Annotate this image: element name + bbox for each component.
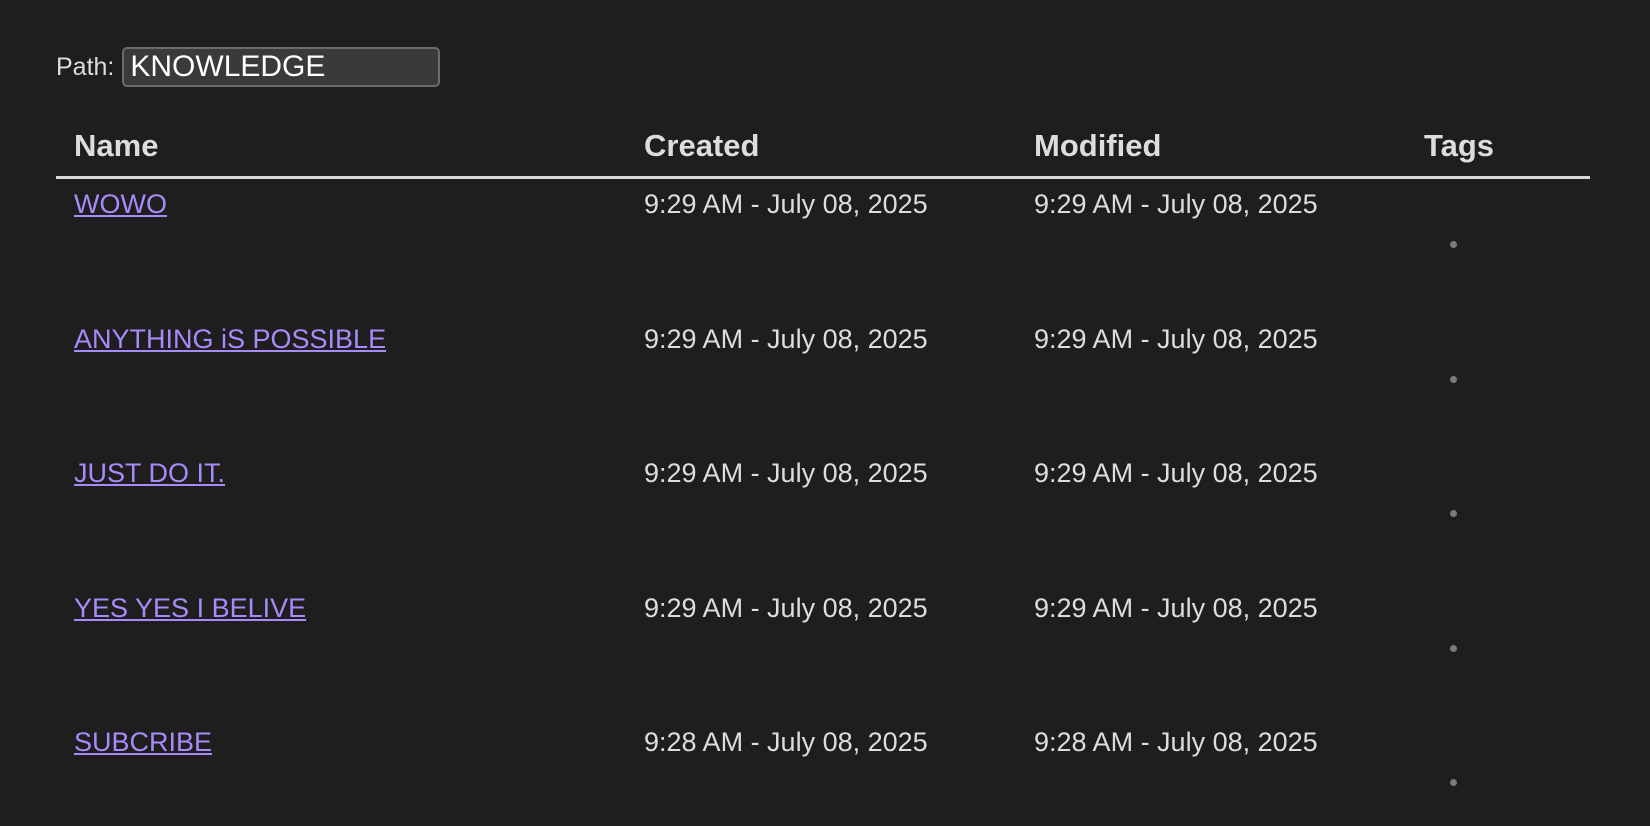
empty-tags-bullet-icon (1450, 510, 1457, 517)
header-tags[interactable]: Tags (1424, 128, 1494, 164)
table-row: WOWO 9:29 AM - July 08, 2025 9:29 AM - J… (56, 179, 1590, 314)
table-row: YES YES I BELIVE 9:29 AM - July 08, 2025… (56, 583, 1590, 718)
table-row: JUST DO IT. 9:29 AM - July 08, 2025 9:29… (56, 448, 1590, 583)
table-body: WOWO 9:29 AM - July 08, 2025 9:29 AM - J… (56, 179, 1590, 826)
header-modified[interactable]: Modified (1034, 128, 1161, 164)
created-cell: 9:28 AM - July 08, 2025 (644, 727, 928, 757)
file-link[interactable]: YES YES I BELIVE (74, 593, 306, 624)
dataview-page: Path: Name Created Modified Tags WOWO 9:… (0, 0, 1650, 826)
file-link[interactable]: JUST DO IT. (74, 458, 225, 489)
modified-cell: 9:29 AM - July 08, 2025 (1034, 323, 1318, 354)
modified-cell: 9:28 AM - July 08, 2025 (1034, 727, 1318, 757)
path-row: Path: (56, 45, 441, 89)
empty-tags-bullet-icon (1450, 241, 1457, 248)
file-link[interactable]: ANYTHING iS POSSIBLE (74, 324, 386, 355)
modified-cell: 9:29 AM - July 08, 2025 (1034, 458, 1318, 488)
empty-tags-bullet-icon (1450, 644, 1457, 652)
header-created[interactable]: Created (644, 128, 759, 164)
empty-tags-bullet-icon (1450, 779, 1457, 786)
table-row: ANYTHING iS POSSIBLE 9:29 AM - July 08, … (56, 314, 1590, 449)
created-cell: 9:29 AM - July 08, 2025 (644, 458, 928, 488)
modified-cell: 9:29 AM - July 08, 2025 (1034, 189, 1318, 219)
modified-cell: 9:29 AM - July 08, 2025 (1034, 592, 1318, 623)
table-header: Name Created Modified Tags (56, 118, 1590, 179)
table-row: SUBCRIBE 9:28 AM - July 08, 2025 9:28 AM… (56, 717, 1590, 826)
created-cell: 9:29 AM - July 08, 2025 (644, 323, 928, 354)
created-cell: 9:29 AM - July 08, 2025 (644, 592, 928, 623)
created-cell: 9:29 AM - July 08, 2025 (644, 189, 928, 219)
file-link[interactable]: WOWO (74, 189, 167, 220)
header-name[interactable]: Name (74, 128, 158, 164)
file-table: Name Created Modified Tags WOWO 9:29 AM … (56, 118, 1590, 826)
file-link[interactable]: SUBCRIBE (74, 727, 212, 758)
empty-tags-bullet-icon (1450, 375, 1457, 383)
path-input[interactable] (122, 47, 441, 87)
path-label: Path: (56, 52, 115, 81)
